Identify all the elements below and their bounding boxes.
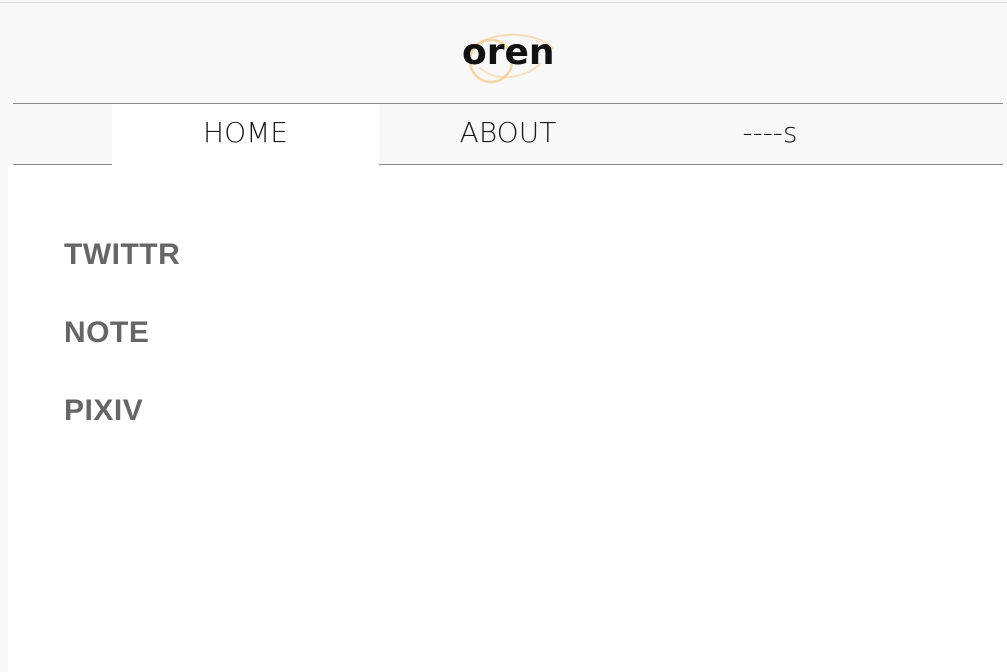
nav-tab-other[interactable]: ----s <box>637 104 903 164</box>
list-item: TWITTR <box>64 233 180 311</box>
nav-tab-about[interactable]: ABOUT <box>379 104 637 164</box>
note-link[interactable]: NOTE <box>64 311 180 389</box>
logo-wordmark: oren <box>462 32 555 73</box>
list-item: NOTE <box>64 311 180 389</box>
list-item: PIXIV <box>64 389 180 467</box>
pixiv-link[interactable]: PIXIV <box>64 389 180 467</box>
main-content: TWITTR NOTE PIXIV <box>8 165 1007 672</box>
twitter-link[interactable]: TWITTR <box>64 233 180 311</box>
social-link-list: TWITTR NOTE PIXIV <box>64 233 180 467</box>
main-navigation: HOME ABOUT ----s <box>13 103 1003 165</box>
site-logo[interactable]: oren <box>455 27 565 87</box>
nav-tab-home[interactable]: HOME <box>112 104 379 165</box>
site-header: oren <box>0 3 1007 103</box>
